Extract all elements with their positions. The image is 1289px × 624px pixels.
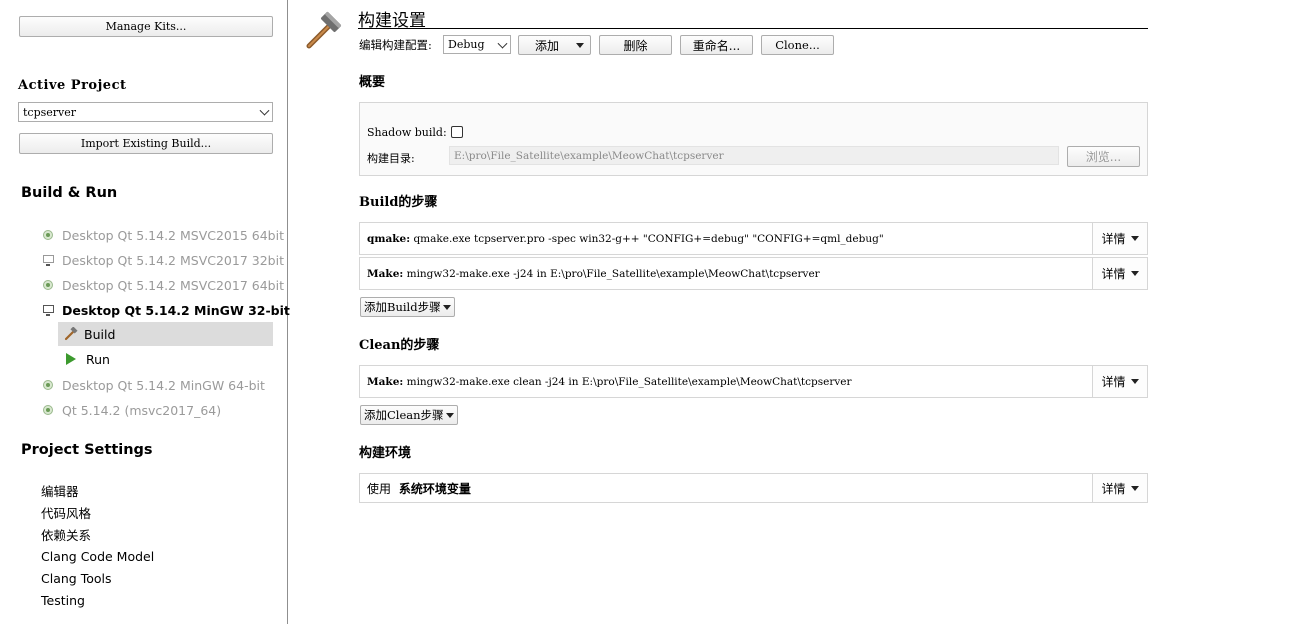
clone-config-button[interactable]: Clone... xyxy=(761,35,834,55)
edit-config-label: 编辑构建配置: xyxy=(359,38,432,52)
kit-gear-icon xyxy=(42,229,54,241)
details-label: 详情 xyxy=(1101,481,1126,496)
build-env-row: 使用 系统环境变量 详情 xyxy=(359,473,1148,503)
kit-label: Desktop Qt 5.14.2 MinGW 64-bit xyxy=(62,377,265,393)
details-button[interactable]: 详情 xyxy=(1092,258,1147,289)
overview-heading: 概要 xyxy=(359,75,386,90)
build-steps-heading: Build的步骤 xyxy=(359,195,438,210)
shadow-build-label: Shadow build: xyxy=(367,126,447,139)
clean-step-name: Make: xyxy=(367,375,404,388)
build-run-heading: Build & Run xyxy=(21,185,118,201)
kit-item[interactable]: Desktop Qt 5.14.2 MSVC2017 32bit xyxy=(42,250,284,270)
caret-down-icon xyxy=(1130,236,1139,241)
kit-item[interactable]: Qt 5.14.2 (msvc2017_64) xyxy=(42,400,221,420)
caret-down-icon xyxy=(576,43,584,48)
details-button[interactable]: 详情 xyxy=(1092,366,1147,397)
build-step-qmake: qmake: qmake.exe tcpserver.pro -spec win… xyxy=(359,222,1148,255)
add-build-step-label: 添加Build步骤 xyxy=(364,300,441,314)
build-env-use-label: 使用 xyxy=(367,481,392,496)
caret-down-icon xyxy=(1130,379,1139,384)
kit-gear-icon xyxy=(42,379,54,391)
kit-item[interactable]: Desktop Qt 5.14.2 MSVC2017 64bit xyxy=(42,275,284,295)
caret-down-icon xyxy=(442,304,451,310)
add-config-button[interactable]: 添加 xyxy=(518,35,591,55)
caret-down-icon xyxy=(1130,485,1139,491)
build-dir-label: 构建目录: xyxy=(367,152,415,165)
hammer-icon xyxy=(303,10,345,52)
build-step-text: Make: mingw32-make.exe -j24 in E:\pro\Fi… xyxy=(360,268,1092,280)
clean-step-make: Make: mingw32-make.exe clean -j24 in E:\… xyxy=(359,365,1148,398)
details-label: 详情 xyxy=(1101,375,1126,389)
rename-config-button[interactable]: 重命名... xyxy=(680,35,753,55)
build-step-make: Make: mingw32-make.exe -j24 in E:\pro\Fi… xyxy=(359,257,1148,290)
chevron-down-icon xyxy=(497,38,508,49)
settings-item-dependencies[interactable]: 依赖关系 xyxy=(41,525,91,543)
active-project-select[interactable]: tcpserver xyxy=(18,102,273,122)
kit-label: Desktop Qt 5.14.2 MSVC2017 64bit xyxy=(62,277,284,293)
add-clean-step-button[interactable]: 添加Clean步骤 xyxy=(360,405,458,425)
sidebar: Manage Kits... Active Project tcpserver … xyxy=(0,0,290,624)
kit-label: Desktop Qt 5.14.2 MinGW 32-bit xyxy=(62,302,290,318)
kit-item[interactable]: Desktop Qt 5.14.2 MSVC2015 64bit xyxy=(42,225,284,245)
monitor-icon xyxy=(42,304,54,316)
clean-step-command: mingw32-make.exe clean -j24 in E:\pro\Fi… xyxy=(406,375,852,388)
add-clean-step-label: 添加Clean步骤 xyxy=(364,408,444,422)
browse-button[interactable]: 浏览... xyxy=(1067,146,1140,167)
kit-item-active[interactable]: Desktop Qt 5.14.2 MinGW 32-bit xyxy=(42,300,290,320)
build-env-text: 使用 系统环境变量 xyxy=(360,480,1092,497)
kit-label: Qt 5.14.2 (msvc2017_64) xyxy=(62,402,222,418)
settings-item-clang-tools[interactable]: Clang Tools xyxy=(41,569,111,587)
details-label: 详情 xyxy=(1101,267,1126,281)
build-step-name: Make: xyxy=(367,267,404,280)
kit-gear-icon xyxy=(42,279,54,291)
build-dir-value: E:\pro\File_Satellite\example\MeowChat\t… xyxy=(454,149,724,162)
kit-monitor-gear-icon xyxy=(42,254,54,266)
kit-item[interactable]: Desktop Qt 5.14.2 MinGW 64-bit xyxy=(42,375,265,395)
play-icon xyxy=(66,353,76,365)
build-step-command: mingw32-make.exe -j24 in E:\pro\File_Sat… xyxy=(406,267,820,280)
kit-label: Desktop Qt 5.14.2 MSVC2015 64bit xyxy=(62,227,284,243)
build-config-select[interactable]: Debug xyxy=(443,35,511,54)
sidebar-item-build[interactable]: Build xyxy=(58,322,273,346)
add-build-step-button[interactable]: 添加Build步骤 xyxy=(360,297,455,317)
sidebar-item-run[interactable]: Run xyxy=(58,347,273,371)
clean-steps-heading: Clean的步骤 xyxy=(359,338,440,353)
chevron-down-icon xyxy=(259,105,270,116)
caret-down-icon xyxy=(445,412,454,418)
details-label: 详情 xyxy=(1101,232,1126,246)
build-env-heading: 构建环境 xyxy=(359,446,412,461)
shadow-build-checkbox[interactable] xyxy=(451,126,463,138)
project-settings-heading: Project Settings xyxy=(21,442,153,458)
settings-item-testing[interactable]: Testing xyxy=(41,591,85,609)
settings-item-clang-code-model[interactable]: Clang Code Model xyxy=(41,547,154,565)
build-config-value: Debug xyxy=(448,38,485,51)
details-button[interactable]: 详情 xyxy=(1092,223,1147,254)
manage-kits-button[interactable]: Manage Kits... xyxy=(19,16,273,37)
build-env-value: 系统环境变量 xyxy=(398,481,471,496)
build-dir-field[interactable]: E:\pro\File_Satellite\example\MeowChat\t… xyxy=(449,146,1059,165)
kit-gear-icon xyxy=(42,404,54,416)
caret-down-icon xyxy=(1130,271,1139,276)
kit-label: Desktop Qt 5.14.2 MSVC2017 32bit xyxy=(62,252,284,268)
hammer-icon xyxy=(64,326,78,341)
details-button[interactable]: 详情 xyxy=(1092,474,1147,502)
build-step-text: qmake: qmake.exe tcpserver.pro -spec win… xyxy=(360,233,1092,245)
clean-step-text: Make: mingw32-make.exe clean -j24 in E:\… xyxy=(360,376,1092,388)
sidebar-item-build-label: Build xyxy=(84,326,116,342)
settings-item-code-style[interactable]: 代码风格 xyxy=(41,503,91,521)
add-config-label: 添加 xyxy=(535,38,560,53)
build-step-command: qmake.exe tcpserver.pro -spec win32-g++ … xyxy=(413,232,884,245)
active-project-heading: Active Project xyxy=(18,78,127,93)
active-project-value: tcpserver xyxy=(23,105,77,119)
settings-item-editor[interactable]: 编辑器 xyxy=(41,481,79,499)
build-step-name: qmake: xyxy=(367,232,411,245)
import-existing-build-button[interactable]: Import Existing Build... xyxy=(19,133,273,154)
delete-config-button[interactable]: 删除 xyxy=(599,35,672,55)
sidebar-item-run-label: Run xyxy=(86,351,110,367)
title-divider xyxy=(358,28,1148,29)
